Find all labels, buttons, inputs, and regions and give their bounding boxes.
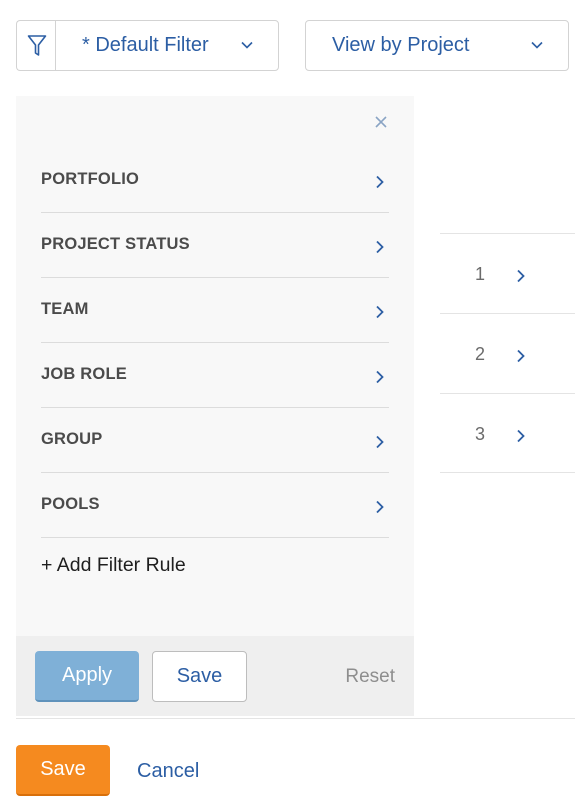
chevron-down-icon [241,41,253,49]
filter-rule-label: JOB ROLE [41,364,127,383]
chevron-right-icon [376,175,384,189]
filter-rule-portfolio[interactable]: PORTFOLIO [41,148,389,213]
list-item[interactable]: 3 [440,393,575,473]
view-by-dropdown[interactable]: View by Project [305,20,569,71]
funnel-icon [27,34,46,56]
page: * Default Filter View by Project 1 2 3 P… [0,0,575,809]
apply-button[interactable]: Apply [35,651,139,702]
filter-rule-pools[interactable]: POOLS [41,473,389,538]
chevron-down-icon [531,41,543,49]
save-button[interactable]: Save [16,745,110,796]
filter-rule-label: PORTFOLIO [41,169,140,188]
filter-panel-footer: Apply Save Reset [16,636,414,716]
save-filter-button[interactable]: Save [152,651,247,702]
view-by-label: View by Project [332,34,470,56]
chevron-right-icon [376,240,384,254]
divider [16,718,575,719]
list-item[interactable]: 2 [440,313,575,393]
close-icon[interactable] [373,114,389,130]
saved-filter-label: * Default Filter [82,34,209,56]
item-number: 2 [475,344,486,364]
reset-button[interactable]: Reset [345,666,395,688]
list-item[interactable]: 1 [440,233,575,313]
item-number: 3 [475,424,486,444]
chevron-right-icon [517,269,525,283]
filter-rule-label: GROUP [41,429,103,448]
chevron-right-icon [376,370,384,384]
filter-rule-project-status[interactable]: PROJECT STATUS [41,213,389,278]
filter-rule-team[interactable]: TEAM [41,278,389,343]
saved-filter-dropdown[interactable]: * Default Filter [55,20,279,71]
filter-rule-job-role[interactable]: JOB ROLE [41,343,389,408]
project-list: 1 2 3 [440,233,575,473]
filter-toggle-button[interactable] [16,20,56,71]
cancel-button[interactable]: Cancel [137,760,199,783]
chevron-right-icon [376,305,384,319]
chevron-right-icon [517,429,525,443]
filter-rule-label: POOLS [41,494,100,513]
filter-rule-group[interactable]: GROUP [41,408,389,473]
filter-rule-label: PROJECT STATUS [41,234,190,253]
add-filter-rule-link[interactable]: + Add Filter Rule [41,554,186,577]
chevron-right-icon [376,435,384,449]
filter-panel: PORTFOLIO PROJECT STATUS TEAM JOB ROLE G… [16,96,414,716]
chevron-right-icon [517,349,525,363]
filter-rule-label: TEAM [41,299,89,318]
chevron-right-icon [376,500,384,514]
filter-rule-list: PORTFOLIO PROJECT STATUS TEAM JOB ROLE G… [41,148,389,538]
item-number: 1 [475,264,486,284]
